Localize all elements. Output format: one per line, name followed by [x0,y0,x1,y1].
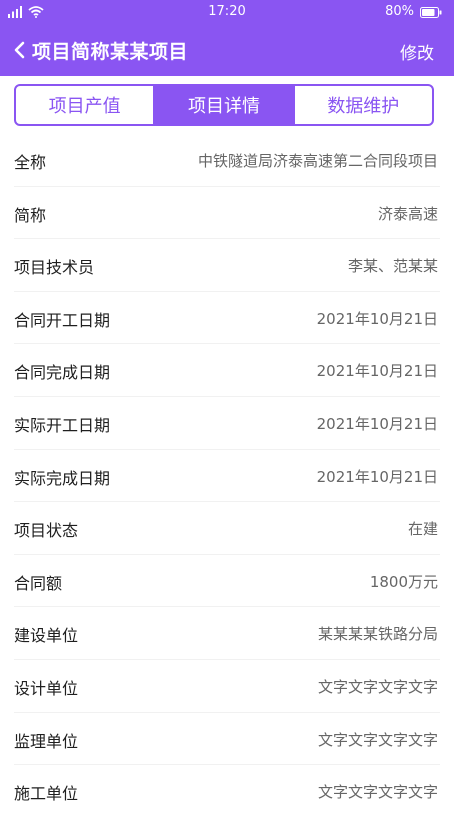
detail-row-actual-finish: 实际完成日期 2021年10月21日 [14,450,440,503]
detail-value: 李某、范某某 [347,257,438,276]
header-bar: 17:20 80% 项目简称某某项目 修改 [0,0,454,76]
detail-row-contract-finish: 合同完成日期 2021年10月21日 [14,344,440,397]
detail-value: 2021年10月21日 [316,362,438,381]
detail-label: 全称 [14,153,47,172]
detail-row-contract-start: 合同开工日期 2021年10月21日 [14,292,440,345]
navigation-bar: 项目简称某某项目 修改 [0,24,454,76]
detail-label: 监理单位 [14,731,79,751]
detail-label: 简称 [14,205,47,225]
detail-value: 在建 [407,520,438,539]
detail-row-full-name: 全称 中铁隧道局济泰高速第二合同段项目 [14,134,440,187]
detail-label: 合同开工日期 [14,310,111,330]
detail-value: 2021年10月21日 [316,309,438,328]
detail-label: 实际完成日期 [14,468,111,488]
detail-label: 设计单位 [14,678,79,698]
detail-row-actual-start: 实际开工日期 2021年10月21日 [14,397,440,450]
detail-label: 合同完成日期 [14,363,111,383]
status-bar: 17:20 80% [0,0,454,24]
tab-data-maintenance[interactable]: 数据维护 [292,86,432,124]
detail-value: 文字文字文字文字 [317,730,438,749]
edit-button[interactable]: 修改 [400,39,434,64]
detail-row-construction-unit: 建设单位 某某某某铁路分局 [14,607,440,660]
detail-value: 文字文字文字文字 [317,783,438,802]
battery-icon [420,7,442,18]
detail-label: 项目技术员 [14,258,95,278]
detail-label: 项目状态 [14,521,79,541]
detail-value: 2021年10月21日 [316,414,438,433]
detail-label: 实际开工日期 [14,415,111,435]
detail-label: 合同额 [14,573,63,593]
detail-row-technician: 项目技术员 李某、范某某 [14,239,440,292]
detail-value: 1800万元 [369,572,438,591]
battery-percent: 80% [385,4,414,19]
tab-project-output[interactable]: 项目产值 [16,86,153,124]
detail-value: 文字文字文字文字 [317,677,438,696]
detail-row-design-unit: 设计单位 文字文字文字文字 [14,660,440,713]
detail-list: 全称 中铁隧道局济泰高速第二合同段项目 简称 济泰高速 项目技术员 李某、范某某… [0,134,454,817]
detail-label: 施工单位 [14,784,79,804]
detail-label: 建设单位 [14,626,79,646]
page-title: 项目简称某某项目 [32,41,189,63]
detail-row-status: 项目状态 在建 [14,502,440,555]
detail-row-short-name: 简称 济泰高速 [14,187,440,240]
detail-value: 2021年10月21日 [316,467,438,486]
detail-value: 济泰高速 [377,204,438,223]
detail-value: 中铁隧道局济泰高速第二合同段项目 [197,152,438,170]
detail-row-contract-amount: 合同额 1800万元 [14,555,440,608]
tab-project-details[interactable]: 项目详情 [153,86,293,124]
segmented-tabs: 项目产值 项目详情 数据维护 [14,84,434,126]
detail-value: 某某某某铁路分局 [317,625,438,644]
detail-row-contractor: 施工单位 文字文字文字文字 [14,765,440,817]
detail-row-supervision-unit: 监理单位 文字文字文字文字 [14,713,440,766]
